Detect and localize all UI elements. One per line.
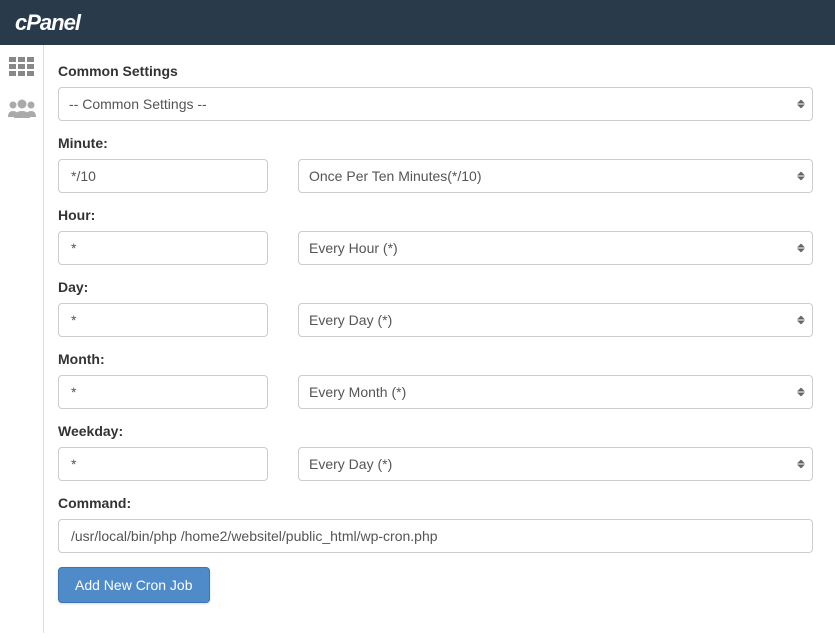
month-input[interactable] bbox=[58, 375, 268, 409]
add-cron-job-button[interactable]: Add New Cron Job bbox=[58, 567, 210, 603]
weekday-input[interactable] bbox=[58, 447, 268, 481]
minute-select[interactable]: Once Per Ten Minutes(*/10) bbox=[298, 159, 813, 193]
minute-group: Minute: Once Per Ten Minutes(*/10) bbox=[58, 135, 813, 193]
command-group: Command: bbox=[58, 495, 813, 553]
month-select[interactable]: Every Month (*) bbox=[298, 375, 813, 409]
common-settings-select[interactable]: -- Common Settings -- bbox=[58, 87, 813, 121]
sidebar bbox=[0, 45, 44, 633]
month-label: Month: bbox=[58, 351, 813, 367]
app-header: cPanel bbox=[0, 0, 835, 45]
weekday-group: Weekday: Every Day (*) bbox=[58, 423, 813, 481]
weekday-select[interactable]: Every Day (*) bbox=[298, 447, 813, 481]
month-group: Month: Every Month (*) bbox=[58, 351, 813, 409]
command-input[interactable] bbox=[58, 519, 813, 553]
common-settings-group: Common Settings -- Common Settings -- bbox=[58, 63, 813, 121]
day-label: Day: bbox=[58, 279, 813, 295]
hour-input[interactable] bbox=[58, 231, 268, 265]
day-select[interactable]: Every Day (*) bbox=[298, 303, 813, 337]
minute-input[interactable] bbox=[58, 159, 268, 193]
hour-select[interactable]: Every Hour (*) bbox=[298, 231, 813, 265]
users-icon[interactable] bbox=[8, 98, 36, 121]
minute-label: Minute: bbox=[58, 135, 813, 151]
command-label: Command: bbox=[58, 495, 813, 511]
cpanel-logo: cPanel bbox=[15, 10, 80, 36]
grid-icon[interactable] bbox=[9, 57, 35, 80]
main-content: Common Settings -- Common Settings -- Mi… bbox=[44, 45, 835, 633]
common-settings-label: Common Settings bbox=[58, 63, 813, 79]
hour-label: Hour: bbox=[58, 207, 813, 223]
day-group: Day: Every Day (*) bbox=[58, 279, 813, 337]
day-input[interactable] bbox=[58, 303, 268, 337]
hour-group: Hour: Every Hour (*) bbox=[58, 207, 813, 265]
weekday-label: Weekday: bbox=[58, 423, 813, 439]
